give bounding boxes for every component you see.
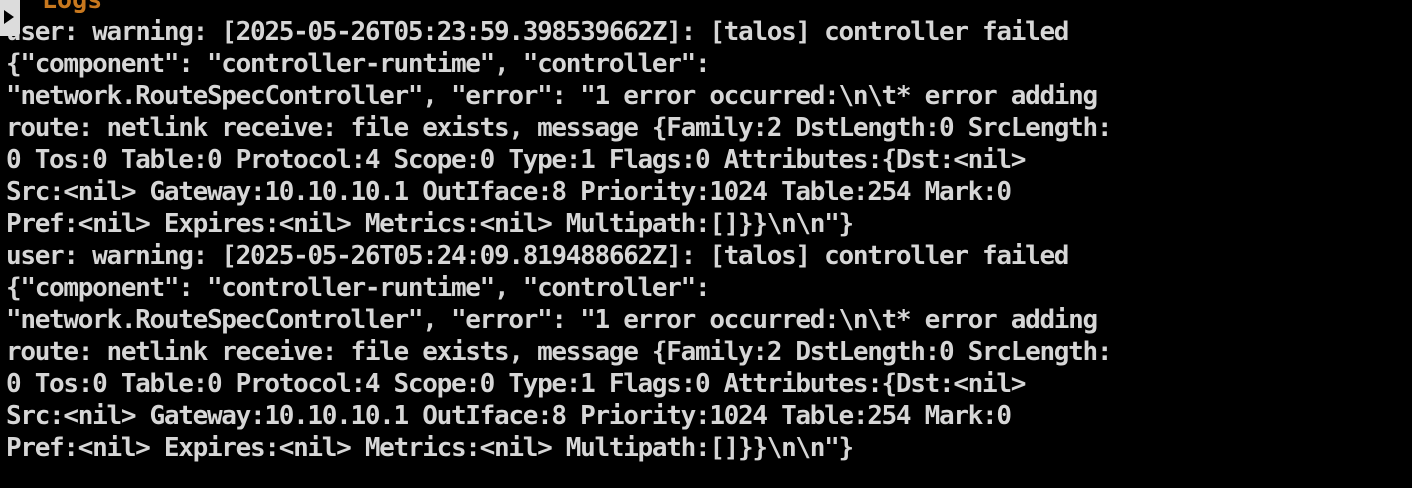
log-line: Pref:<nil> Expires:<nil> Metrics:<nil> M… [6,209,854,239]
log-line: "network.RouteSpecController", "error": … [6,81,1098,111]
log-line: {"component": "controller-runtime", "con… [6,273,711,303]
log-line: {"component": "controller-runtime", "con… [6,49,711,79]
log-line: route: netlink receive: file exists, mes… [6,113,1113,143]
log-line: 0 Tos:0 Table:0 Protocol:4 Scope:0 Type:… [6,369,1026,399]
log-line: user: warning: [2025-05-26T05:23:59.3985… [6,17,1069,47]
log-line: Pref:<nil> Expires:<nil> Metrics:<nil> M… [6,433,854,463]
terminal-console: Logs user: warning: [2025-05-26T05:23:59… [0,0,1412,488]
log-line: 0 Tos:0 Table:0 Protocol:4 Scope:0 Type:… [6,145,1026,175]
console-toggle-button[interactable] [0,0,20,36]
log-line: Src:<nil> Gateway:10.10.10.1 OutIface:8 … [6,401,1012,431]
log-line: Src:<nil> Gateway:10.10.10.1 OutIface:8 … [6,177,1012,207]
log-output[interactable]: user: warning: [2025-05-26T05:23:59.3985… [6,16,1406,464]
panel-title: Logs [42,0,102,14]
log-line: route: netlink receive: file exists, mes… [6,337,1113,367]
play-arrow-icon [4,10,14,24]
log-line: "network.RouteSpecController", "error": … [6,305,1098,335]
log-line: user: warning: [2025-05-26T05:24:09.8194… [6,241,1069,271]
